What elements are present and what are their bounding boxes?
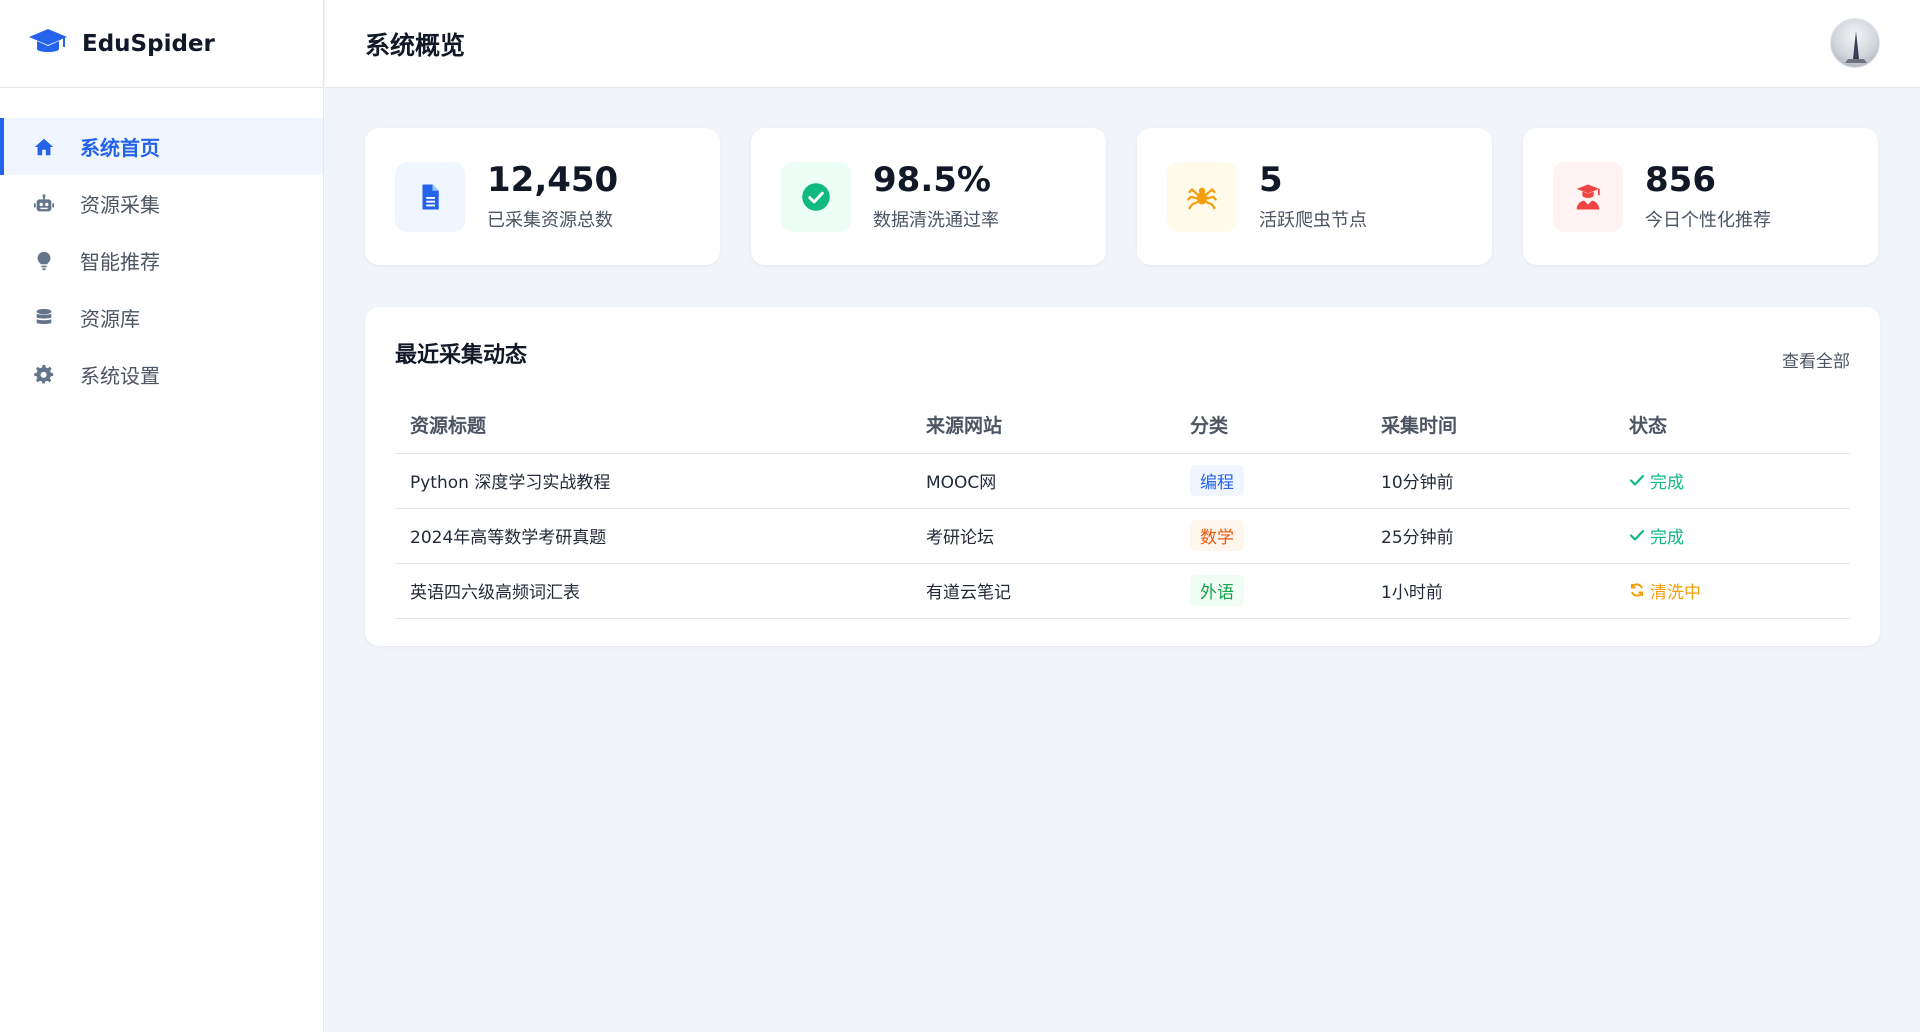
resource-title: Python 深度学习实战教程 [395,453,911,509]
lightbulb-icon [32,249,56,273]
stat-card-total-resources: 12,450 已采集资源总数 [365,128,720,265]
sidebar: EduSpider 系统首页 资源采集 智能推荐 资源库 系统设置 [0,0,324,1032]
category-tag: 数学 [1190,520,1244,551]
table-row[interactable]: 英语四六级高频词汇表 有道云笔记 外语 1小时前 清洗中 [395,563,1850,619]
gear-icon [32,363,56,387]
status-text: 完成 [1650,472,1684,493]
robot-icon [32,192,56,216]
stat-label: 已采集资源总数 [487,210,613,232]
sidebar-item-label: 资源库 [80,307,140,331]
check-icon [1629,530,1645,541]
stat-label: 今日个性化推荐 [1645,210,1771,232]
status-badge: 完成 [1629,468,1684,493]
resource-source: MOOC网 [911,453,1175,509]
table-row[interactable]: Python 深度学习实战教程 MOOC网 编程 10分钟前 完成 [395,453,1850,509]
recent-activity-panel: 最近采集动态 查看全部 资源标题 来源网站 分类 采集时间 状态 Python … [365,307,1880,646]
recent-activity-table: 资源标题 来源网站 分类 采集时间 状态 Python 深度学习实战教程 MOO… [395,397,1850,619]
stat-label: 数据清洗通过率 [873,210,999,232]
view-all-link[interactable]: 查看全部 [1782,347,1850,372]
stat-label: 活跃爬虫节点 [1259,210,1367,232]
stat-value: 5 [1259,159,1283,200]
stats-row: 12,450 已采集资源总数 98.5% 数据清洗通过率 5 活跃爬虫节点 85… [365,128,1880,265]
sidebar-item-recommend[interactable]: 智能推荐 [0,232,323,289]
table-header-row: 资源标题 来源网站 分类 采集时间 状态 [395,397,1850,454]
avatar-icon[interactable] [1830,18,1880,68]
stat-value: 98.5% [873,159,991,200]
home-icon [32,135,56,159]
stat-card-clean-rate: 98.5% 数据清洗通过率 [751,128,1106,265]
check-circle-icon [781,161,851,232]
sidebar-item-library[interactable]: 资源库 [0,289,323,346]
resource-source: 考研论坛 [911,508,1175,564]
panel-title: 最近采集动态 [395,343,528,368]
resource-title: 2024年高等数学考研真题 [395,508,911,564]
sidebar-item-home[interactable]: 系统首页 [0,118,323,175]
database-icon [32,306,56,330]
topbar: 系统概览 [325,0,1920,88]
sidebar-item-label: 系统设置 [80,364,160,388]
page-title: 系统概览 [365,30,466,60]
sync-icon [1631,583,1643,597]
column-header-title[interactable]: 资源标题 [395,397,911,454]
collect-time: 1小时前 [1366,563,1614,619]
sidebar-nav: 系统首页 资源采集 智能推荐 资源库 系统设置 [0,88,323,403]
table-row[interactable]: 2024年高等数学考研真题 考研论坛 数学 25分钟前 完成 [395,508,1850,564]
stat-value: 12,450 [487,159,619,200]
category-tag: 编程 [1190,465,1244,496]
student-icon [1553,161,1623,232]
column-header-source[interactable]: 来源网站 [911,397,1175,454]
spider-icon [1167,161,1237,232]
sidebar-item-collection[interactable]: 资源采集 [0,175,323,232]
stat-value: 856 [1645,159,1716,200]
brand-name: EduSpider [82,30,215,57]
status-text: 完成 [1650,527,1684,548]
sidebar-item-label: 资源采集 [80,193,160,217]
status-badge: 完成 [1629,523,1684,548]
graduation-cap-icon [28,27,68,61]
sidebar-item-label: 系统首页 [80,136,160,160]
column-header-status[interactable]: 状态 [1614,397,1850,454]
column-header-time[interactable]: 采集时间 [1366,397,1614,454]
sidebar-item-label: 智能推荐 [80,250,160,274]
status-badge: 清洗中 [1629,578,1701,603]
stat-card-active-nodes: 5 活跃爬虫节点 [1137,128,1492,265]
brand[interactable]: EduSpider [0,0,323,88]
main-content: 12,450 已采集资源总数 98.5% 数据清洗通过率 5 活跃爬虫节点 85… [365,128,1880,646]
document-icon [395,161,465,232]
collect-time: 10分钟前 [1366,453,1614,509]
check-icon [1629,475,1645,486]
sidebar-item-settings[interactable]: 系统设置 [0,346,323,403]
stat-card-recommendations: 856 今日个性化推荐 [1523,128,1878,265]
resource-title: 英语四六级高频词汇表 [395,563,911,619]
resource-source: 有道云笔记 [911,563,1175,619]
category-tag: 外语 [1190,575,1244,606]
status-text: 清洗中 [1650,582,1701,603]
collect-time: 25分钟前 [1366,508,1614,564]
column-header-category[interactable]: 分类 [1175,397,1366,454]
